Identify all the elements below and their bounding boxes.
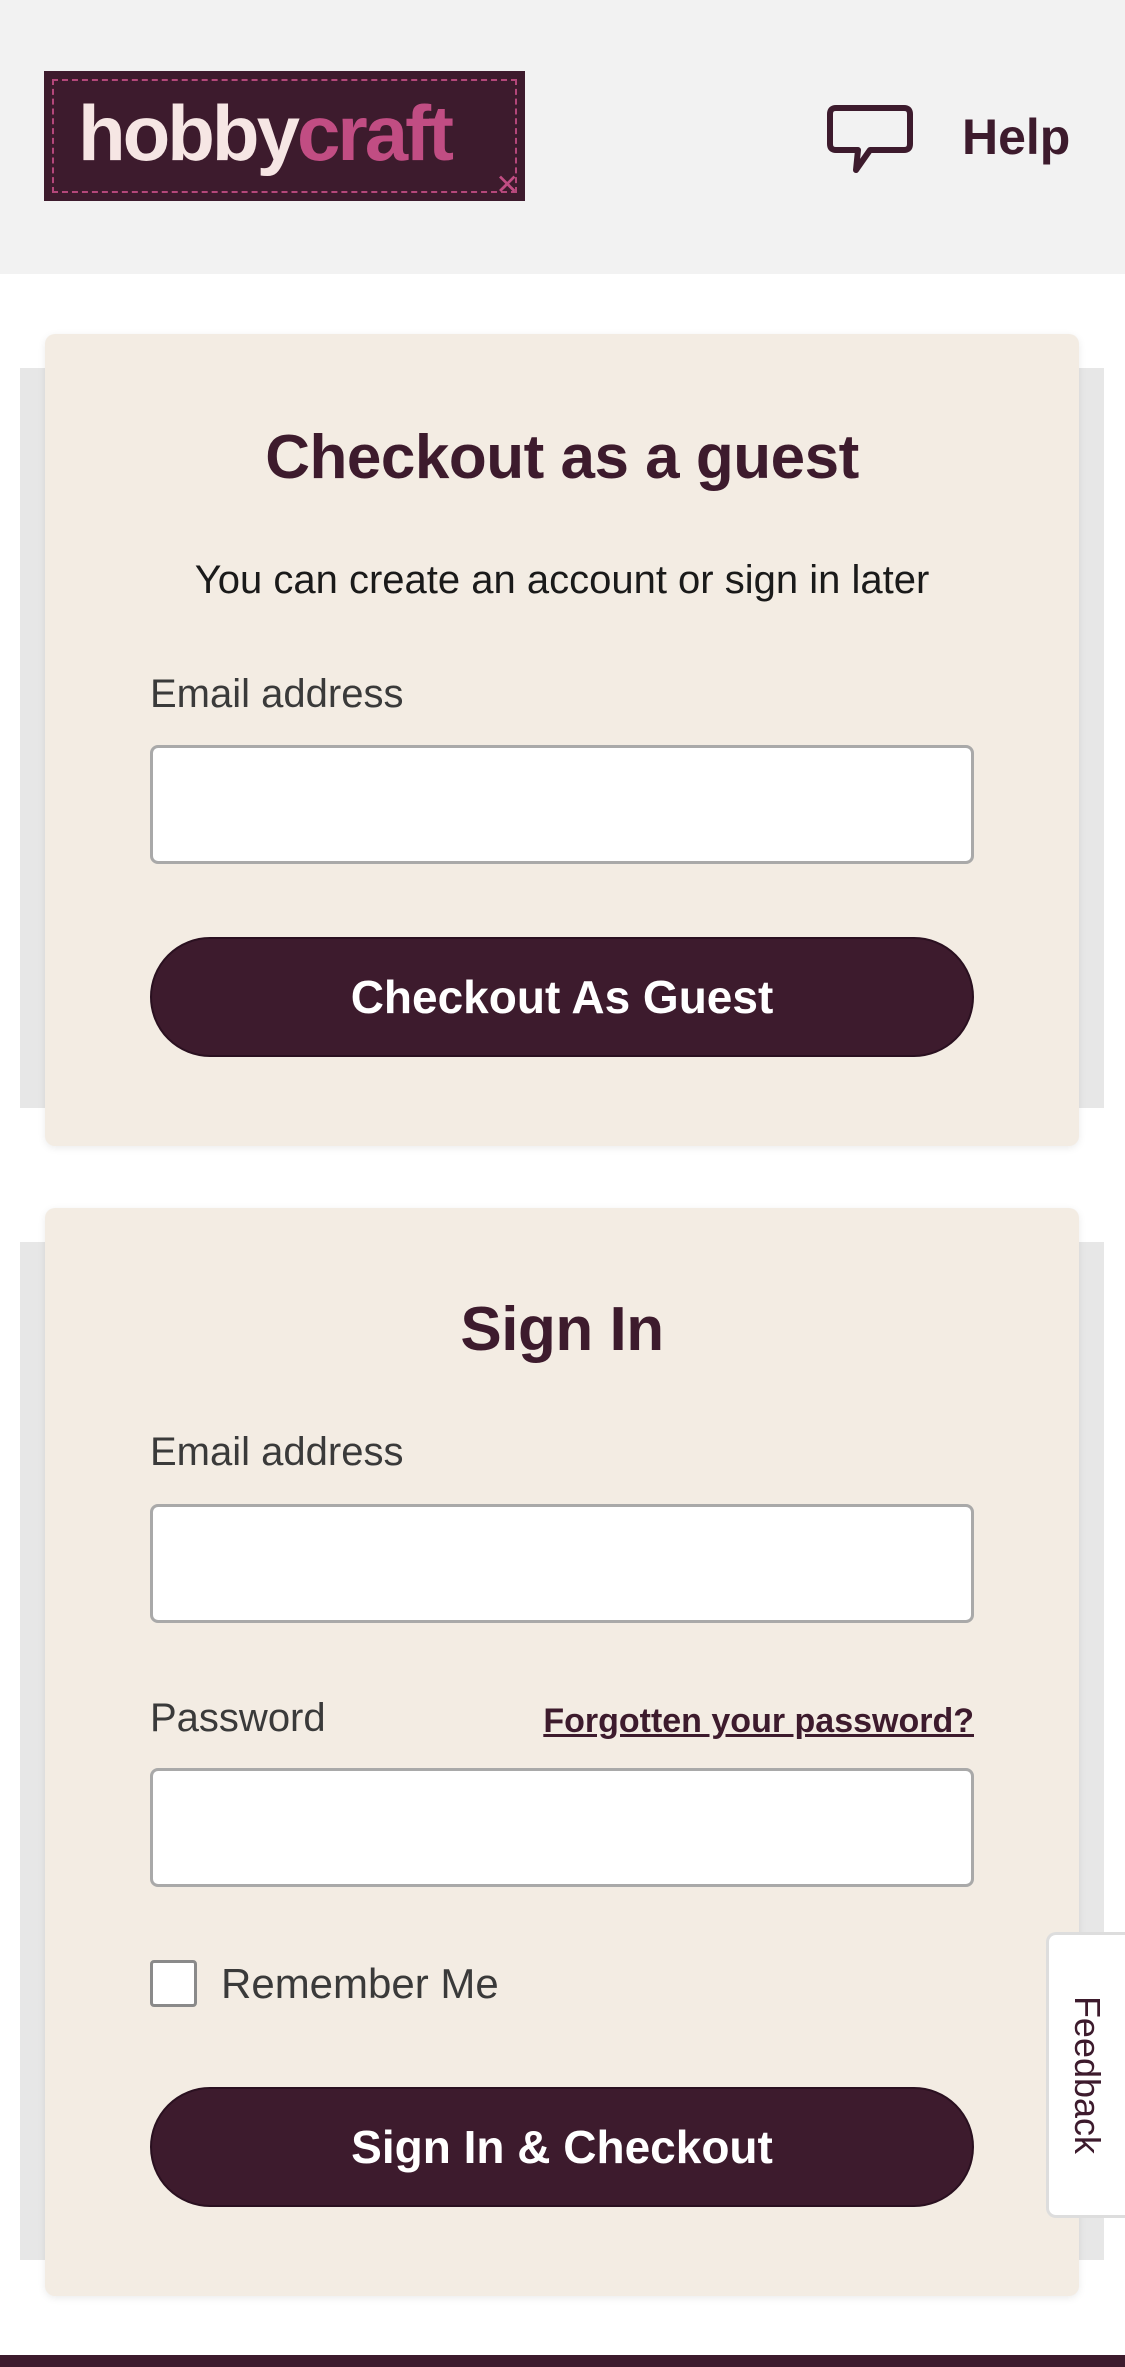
guest-checkout-subtitle: You can create an account or sign in lat… xyxy=(194,558,930,602)
sign-in-email-label: Email address xyxy=(150,1430,404,1474)
logo-cross-stitch-mark: ✕ xyxy=(495,169,519,200)
password-input[interactable] xyxy=(150,1768,974,1887)
hobbycraft-logo[interactable]: hobbycraft ✕ xyxy=(44,71,525,201)
feedback-label: Feedback xyxy=(1067,1995,1108,2155)
checkout-as-guest-button[interactable]: Checkout As Guest xyxy=(150,937,974,1057)
logo-wordmark: hobbycraft xyxy=(78,89,454,177)
speech-bubble-icon[interactable] xyxy=(826,104,914,176)
sign-in-checkout-button[interactable]: Sign In & Checkout xyxy=(150,2087,974,2207)
sign-in-title: Sign In xyxy=(460,1295,664,1364)
remember-me-label[interactable]: Remember Me xyxy=(221,1960,499,2008)
card-side-shadow xyxy=(20,368,45,1108)
logo-hobby-text: hobby xyxy=(78,89,300,177)
guest-email-input[interactable] xyxy=(150,745,974,864)
sign-in-email-input[interactable] xyxy=(150,1504,974,1623)
logo-craft-text: craft xyxy=(296,89,454,177)
card-side-shadow xyxy=(20,1242,45,2260)
password-label: Password xyxy=(150,1696,326,1740)
guest-checkout-title: Checkout as a guest xyxy=(265,423,859,492)
site-header: hobbycraft ✕ Help xyxy=(0,0,1125,274)
forgotten-password-link[interactable]: Forgotten your password? xyxy=(543,1702,974,1741)
footer-bar xyxy=(0,2355,1125,2367)
sign-in-card: Sign In Email address Password Forgotten… xyxy=(45,1208,1079,2296)
guest-checkout-card: Checkout as a guest You can create an ac… xyxy=(45,334,1079,1146)
guest-email-label: Email address xyxy=(150,672,404,716)
remember-me-checkbox[interactable] xyxy=(150,1960,197,2007)
feedback-tab[interactable]: Feedback xyxy=(1046,1932,1125,2218)
card-side-shadow xyxy=(1079,368,1104,1108)
help-link[interactable]: Help xyxy=(962,108,1070,166)
